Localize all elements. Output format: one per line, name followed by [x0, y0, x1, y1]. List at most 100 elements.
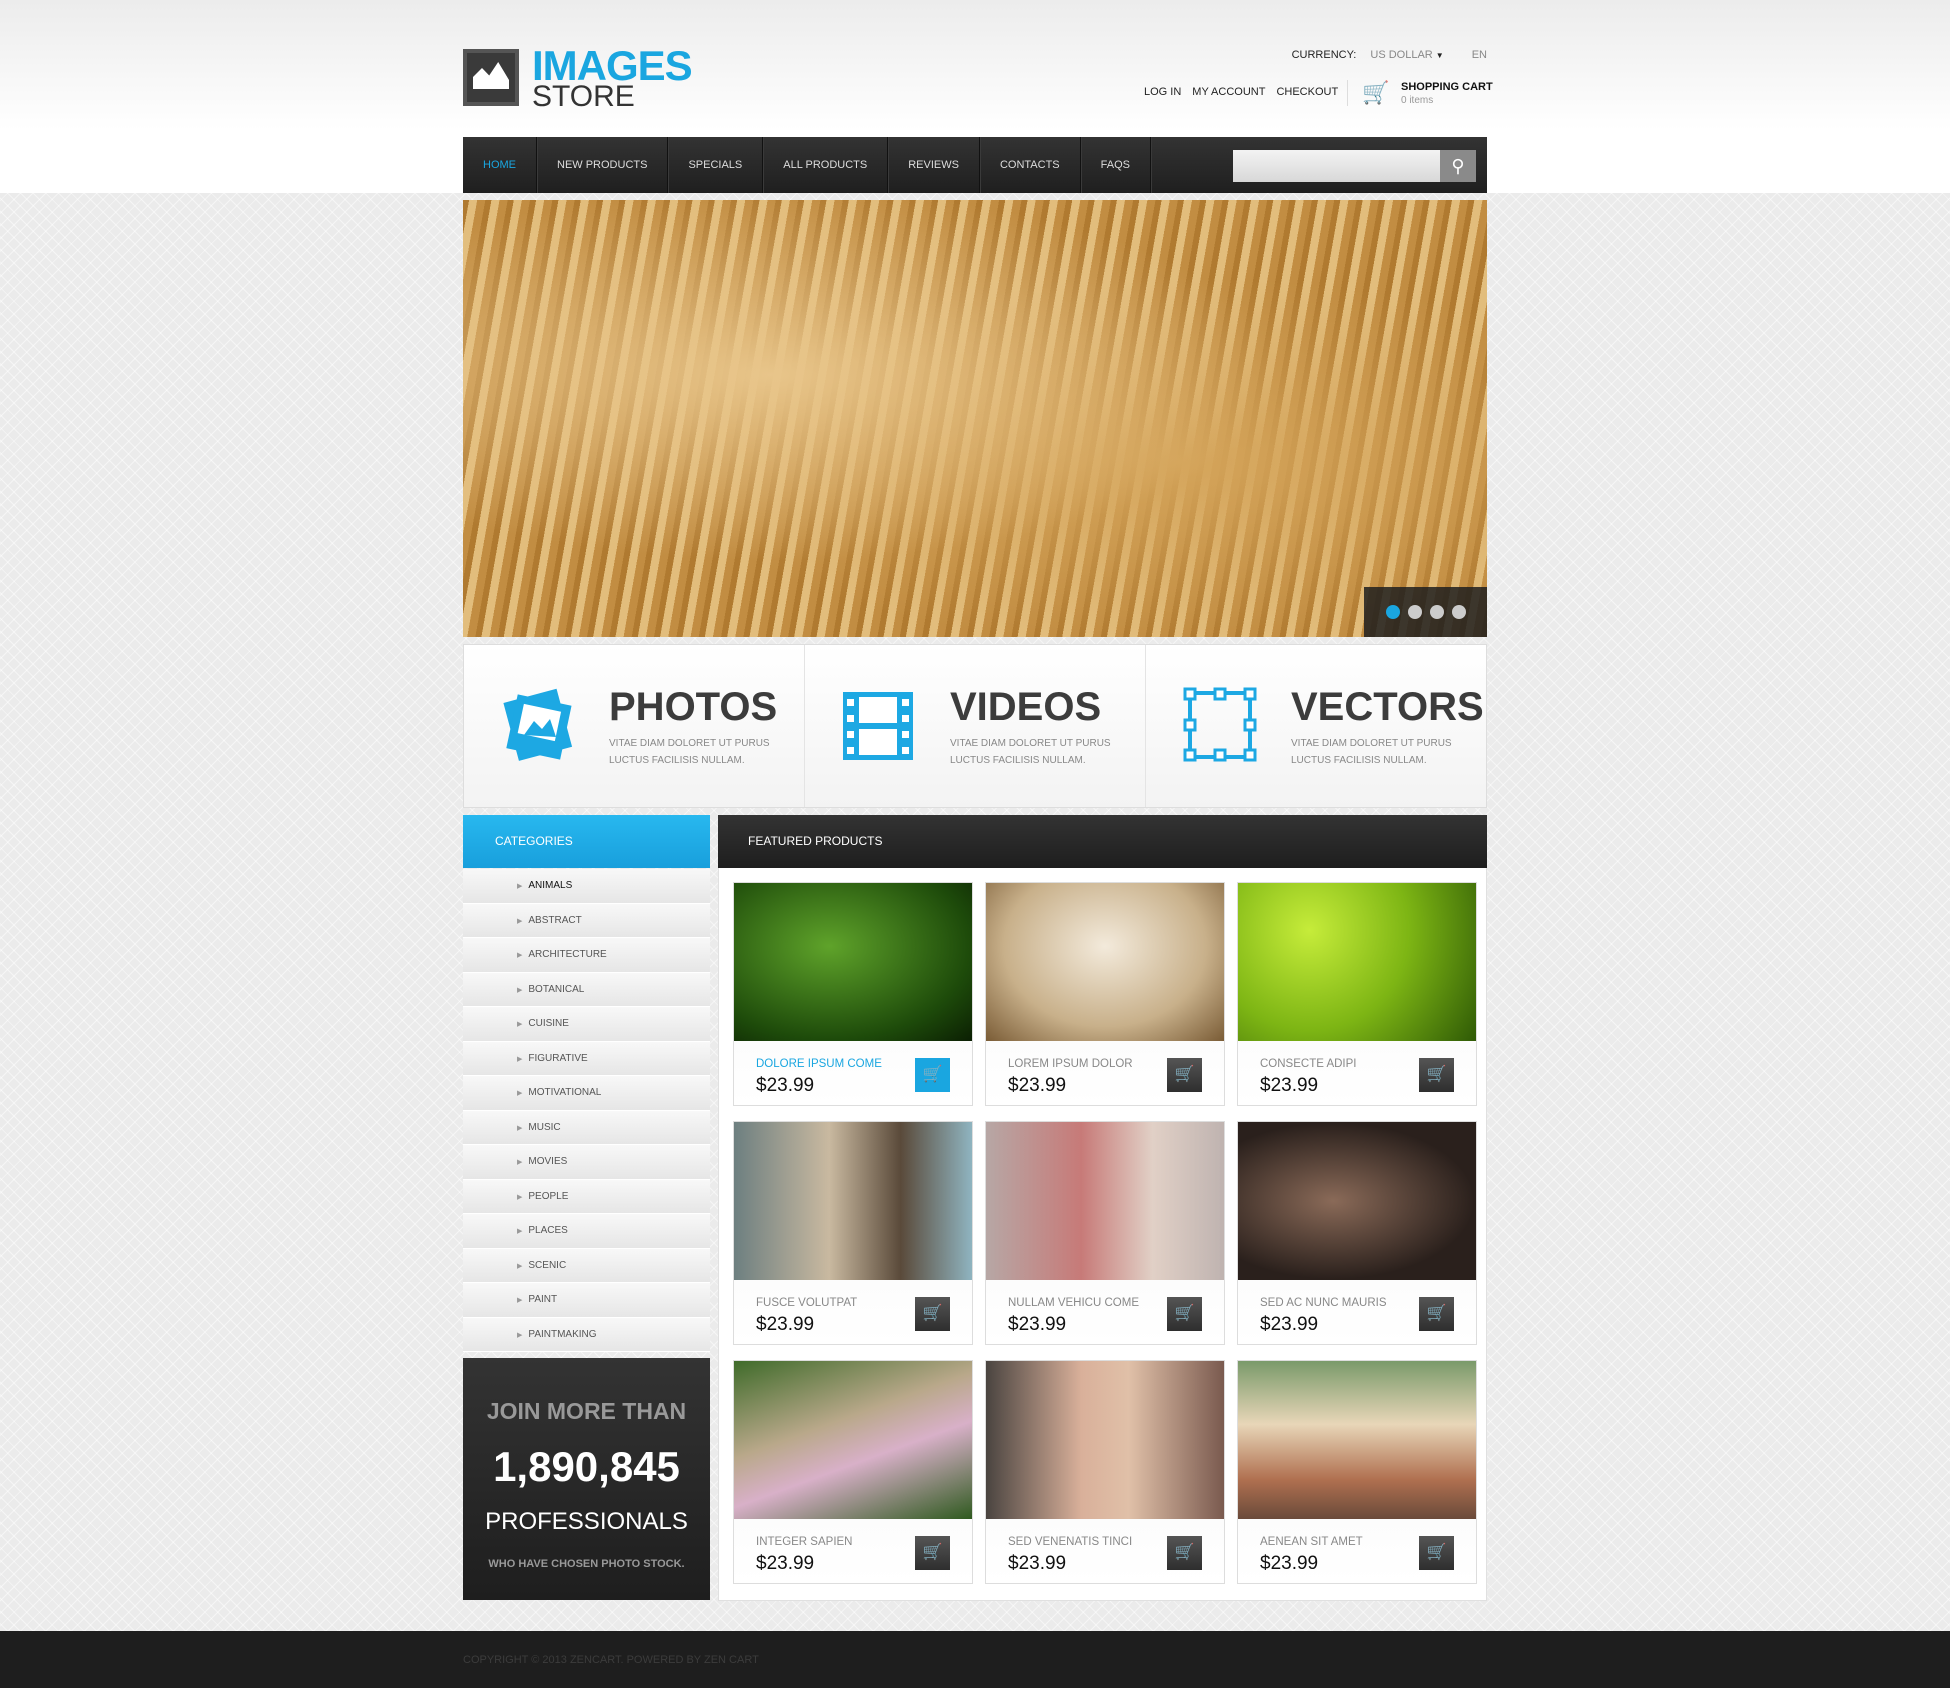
arrow-right-icon: ▶ — [517, 1262, 523, 1270]
category-item[interactable]: ▶ PLACES — [463, 1214, 710, 1249]
product-name[interactable]: DOLORE IPSUM COME — [756, 1058, 882, 1070]
add-to-cart-button[interactable]: 🛒 — [915, 1297, 950, 1331]
category-label: MUSIC — [528, 1121, 561, 1133]
category-item[interactable]: ▶ MUSIC — [463, 1110, 710, 1145]
product-name[interactable]: CONSECTE ADIPI — [1260, 1058, 1357, 1070]
product-image[interactable] — [734, 883, 972, 1041]
feature-videos[interactable]: VIDEOS VITAE DIAM DOLORET UT PURUS LUCTU… — [805, 645, 1146, 807]
product-name[interactable]: INTEGER SAPIEN — [756, 1536, 853, 1548]
product-card[interactable]: FUSCE VOLUTPAT $23.99 🛒 — [733, 1121, 973, 1345]
product-name[interactable]: SED AC NUNC MAURIS — [1260, 1297, 1387, 1309]
product-price: $23.99 — [1260, 1314, 1319, 1335]
add-to-cart-button[interactable]: 🛒 — [1419, 1297, 1454, 1331]
arrow-right-icon: ▶ — [517, 883, 523, 890]
category-item[interactable]: ▶ MOTIVATIONAL — [463, 1076, 710, 1111]
product-name[interactable]: NULLAM VEHICU COME — [1008, 1297, 1139, 1309]
nav-faqs[interactable]: FAQS — [1081, 137, 1151, 193]
featured-products-grid: DOLORE IPSUM COME $23.99 🛒 LOREM IPSUM DOLO… — [718, 868, 1487, 1601]
nav-new-products[interactable]: NEW PRODUCTS — [537, 137, 669, 193]
product-image[interactable] — [1238, 1122, 1476, 1280]
arrow-right-icon: ▶ — [517, 917, 523, 925]
category-label: PAINTMAKING — [528, 1328, 597, 1340]
product-card[interactable]: SED VENENATIS TINCI $23.99 🛒 — [985, 1360, 1225, 1584]
my-account-link[interactable]: MY ACCOUNT — [1192, 86, 1265, 98]
category-label: CUISINE — [528, 1018, 569, 1029]
slider-dot[interactable] — [1429, 605, 1444, 619]
divider — [1347, 80, 1348, 106]
currency-select[interactable]: US DOLLAR ▼ — [1370, 49, 1443, 61]
logo-image-icon[interactable] — [463, 49, 519, 106]
language-select[interactable]: EN — [1472, 49, 1487, 61]
category-item[interactable]: ▶ ARCHITECTURE — [463, 938, 710, 973]
category-item[interactable]: ▶ PAINT — [463, 1283, 710, 1318]
slider-dot[interactable] — [1451, 605, 1466, 619]
category-label: SCENIC — [528, 1259, 567, 1271]
chevron-down-icon: ▼ — [1435, 51, 1444, 60]
shopping-cart-link[interactable]: SHOPPING CART — [1401, 81, 1493, 93]
featured-products-heading: FEATURED PRODUCTS — [718, 815, 1487, 868]
category-item[interactable]: ▶ FIGURATIVE — [463, 1041, 710, 1076]
product-name[interactable]: LOREM IPSUM DOLOR — [1008, 1058, 1133, 1070]
product-image[interactable] — [986, 883, 1224, 1041]
search-input[interactable] — [1233, 150, 1440, 182]
category-item[interactable]: ▶ PAINTMAKING — [463, 1317, 710, 1352]
product-image[interactable] — [734, 1361, 972, 1519]
product-card[interactable]: LOREM IPSUM DOLOR $23.99 🛒 — [985, 882, 1225, 1106]
nav-home[interactable]: HOME — [463, 137, 537, 193]
shopping-cart-icon[interactable]: 🛒 — [1362, 80, 1389, 106]
search-button[interactable]: ⚲ — [1440, 150, 1476, 182]
arrow-right-icon: ▶ — [517, 1331, 523, 1339]
product-image[interactable] — [1238, 883, 1476, 1041]
product-image[interactable] — [986, 1122, 1224, 1280]
product-image[interactable] — [1238, 1361, 1476, 1519]
cart-icon: 🛒 — [1426, 1305, 1447, 1322]
feature-vectors[interactable]: VECTORS VITAE DIAM DOLORET UT PURUS LUCT… — [1146, 645, 1486, 807]
nav-specials[interactable]: SPECIALS — [668, 137, 764, 193]
logo-subtext[interactable]: STORE — [532, 80, 635, 114]
category-label: PAINT — [528, 1294, 558, 1305]
add-to-cart-button[interactable]: 🛒 — [1419, 1536, 1454, 1570]
slider-dot[interactable] — [1385, 605, 1400, 619]
arrow-right-icon: ▶ — [517, 1297, 523, 1304]
nav-contacts[interactable]: CONTACTS — [980, 137, 1081, 193]
category-item[interactable]: ▶ MOVIES — [463, 1145, 710, 1180]
feature-photos[interactable]: PHOTOS VITAE DIAM DOLORET UT PURUS LUCTU… — [464, 645, 805, 807]
product-card[interactable]: INTEGER SAPIEN $23.99 🛒 — [733, 1360, 973, 1584]
nav-reviews[interactable]: REVIEWS — [888, 137, 980, 193]
slider-dot[interactable] — [1407, 605, 1422, 619]
product-card[interactable]: DOLORE IPSUM COME $23.99 🛒 — [733, 882, 973, 1106]
product-card[interactable]: AENEAN SIT AMET $23.99 🛒 — [1237, 1360, 1477, 1584]
product-name[interactable]: FUSCE VOLUTPAT — [756, 1297, 857, 1309]
add-to-cart-button[interactable]: 🛒 — [1419, 1058, 1454, 1092]
category-item[interactable]: ▶ ANIMALS — [463, 869, 710, 904]
product-image[interactable] — [986, 1361, 1224, 1519]
login-link[interactable]: LOG IN — [1144, 86, 1181, 98]
currency-bar: CURRENCY: US DOLLAR ▼ EN — [1292, 49, 1487, 61]
feature-boxes: PHOTOS VITAE DIAM DOLORET UT PURUS LUCTU… — [463, 644, 1487, 808]
add-to-cart-button[interactable]: 🛒 — [1167, 1058, 1202, 1092]
arrow-right-icon: ▶ — [517, 1124, 523, 1132]
product-card[interactable]: NULLAM VEHICU COME $23.99 🛒 — [985, 1121, 1225, 1345]
category-item[interactable]: ▶ CUISINE — [463, 1007, 710, 1042]
product-card[interactable]: CONSECTE ADIPI $23.99 🛒 — [1237, 882, 1477, 1106]
add-to-cart-button[interactable]: 🛒 — [915, 1058, 950, 1092]
product-name[interactable]: SED VENENATIS TINCI — [1008, 1536, 1132, 1548]
product-name[interactable]: AENEAN SIT AMET — [1260, 1536, 1363, 1548]
product-image[interactable] — [734, 1122, 972, 1280]
product-card[interactable]: SED AC NUNC MAURIS $23.99 🛒 — [1237, 1121, 1477, 1345]
arrow-right-icon: ▶ — [517, 1090, 523, 1097]
category-item[interactable]: ▶ ABSTRACT — [463, 903, 710, 938]
hero-slider-image[interactable] — [463, 200, 1487, 637]
category-item[interactable]: ▶ PEOPLE — [463, 1179, 710, 1214]
cart-icon: 🛒 — [922, 1305, 943, 1322]
nav-all-products[interactable]: ALL PRODUCTS — [763, 137, 889, 193]
category-label: MOTIVATIONAL — [528, 1087, 602, 1098]
add-to-cart-button[interactable]: 🛒 — [915, 1536, 950, 1570]
category-label: MOVIES — [528, 1156, 568, 1167]
category-item[interactable]: ▶ SCENIC — [463, 1248, 710, 1283]
add-to-cart-button[interactable]: 🛒 — [1167, 1536, 1202, 1570]
category-item[interactable]: ▶ BOTANICAL — [463, 972, 710, 1007]
join-line4: WHO HAVE CHOSEN PHOTO STOCK. — [488, 1558, 685, 1570]
add-to-cart-button[interactable]: 🛒 — [1167, 1297, 1202, 1331]
checkout-link[interactable]: CHECKOUT — [1276, 86, 1338, 98]
